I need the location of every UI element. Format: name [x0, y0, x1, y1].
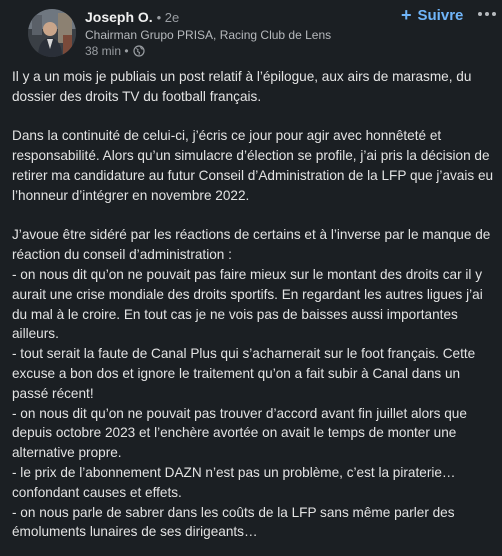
author-name-row: Joseph O. • 2e [85, 8, 385, 27]
post-header: Joseph O. • 2e Chairman Grupo PRISA, Rac… [12, 0, 496, 62]
post-bullet: - on nous dit qu’on ne pouvait pas faire… [12, 266, 483, 342]
post-paragraph: Dans la continuité de celui-ci, j’écris … [12, 128, 494, 203]
follow-button[interactable]: + Suivre [395, 4, 469, 26]
connection-degree: • 2e [156, 10, 180, 25]
follow-label: Suivre [417, 6, 464, 24]
post-body: Il y a un mois je publiais un post relat… [12, 67, 496, 542]
post-bullet: - le prix de l’abonnement DAZN n’est pas… [12, 464, 456, 500]
post-meta: 38 min • [85, 43, 385, 59]
more-horizontal-icon [478, 12, 496, 16]
author-headline: Chairman Grupo PRISA, Racing Club de Len… [85, 28, 332, 42]
plus-icon: + [401, 5, 412, 25]
avatar-photo [28, 9, 76, 57]
more-options-button[interactable] [476, 0, 498, 24]
post-card: Joseph O. • 2e Chairman Grupo PRISA, Rac… [0, 0, 502, 556]
post-time: 38 min • [85, 44, 129, 58]
post-bullet: - on nous parle de sabrer dans les coûts… [12, 504, 455, 540]
post-bullet: - on nous dit qu’on ne pouvait pas trouv… [12, 405, 467, 461]
author-avatar[interactable] [28, 9, 76, 57]
author-info: Joseph O. • 2e Chairman Grupo PRISA, Rac… [85, 8, 385, 59]
post-paragraph: J’avoue être sidéré par les réactions de… [12, 227, 491, 263]
author-name[interactable]: Joseph O. [85, 9, 153, 25]
globe-icon [132, 45, 145, 57]
post-paragraph: Il y a un mois je publiais un post relat… [12, 69, 472, 104]
post-bullet: - tout serait la faute de Canal Plus qui… [12, 346, 476, 401]
